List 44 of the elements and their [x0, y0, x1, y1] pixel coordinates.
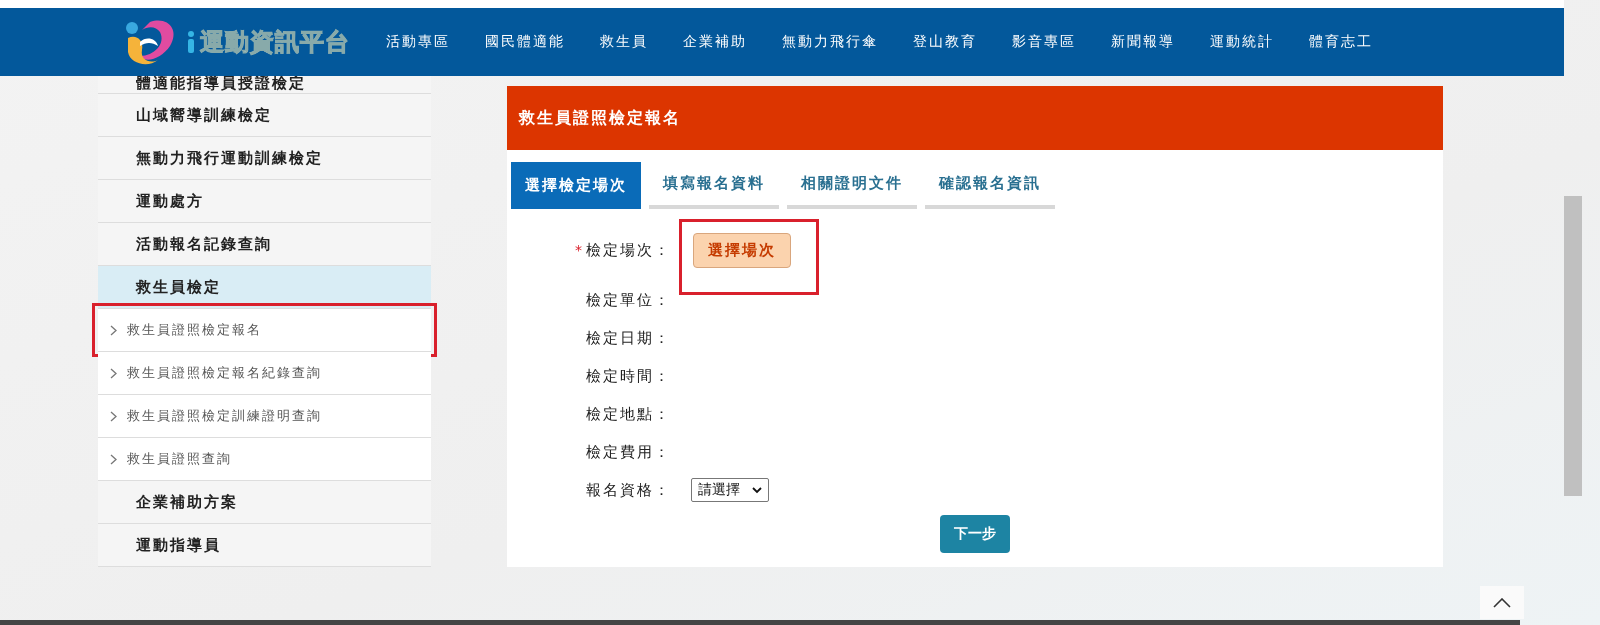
- panel-title: 救生員證照檢定報名: [507, 86, 1443, 150]
- field-label: 報名資格：: [586, 480, 671, 500]
- nav-link[interactable]: 活動專區: [386, 33, 450, 51]
- sidebar-item[interactable]: 救生員證照查詢: [98, 438, 431, 481]
- sidebar-item[interactable]: 運動處方: [98, 180, 431, 223]
- chevron-right-icon: [110, 367, 117, 379]
- sidebar-item[interactable]: 活動報名記錄查詢: [98, 223, 431, 266]
- sidebar-item[interactable]: 救生員證照檢定報名紀錄查詢: [98, 352, 431, 395]
- field-label: 檢定單位：: [586, 290, 671, 310]
- nav-link[interactable]: 運動統計: [1210, 33, 1274, 51]
- chevron-right-icon: [110, 324, 117, 336]
- scrollbar[interactable]: [1564, 196, 1582, 496]
- chevron-down-icon: [752, 486, 762, 494]
- sidebar-item[interactable]: 無動力飛行運動訓練檢定: [98, 137, 431, 180]
- nav-link[interactable]: 新聞報導: [1111, 33, 1175, 51]
- step-tab[interactable]: 選擇檢定場次: [511, 162, 641, 209]
- field-label: 檢定地點：: [586, 404, 671, 424]
- nav-link[interactable]: 國民體適能: [485, 33, 565, 51]
- field-label: 檢定費用：: [586, 442, 671, 462]
- field-label: 檢定場次：: [586, 240, 671, 260]
- chevron-right-icon: [110, 453, 117, 465]
- next-step-button[interactable]: 下一步: [940, 515, 1010, 553]
- qualification-select[interactable]: 請選擇: [691, 478, 769, 502]
- logo-text: 運動資訊平台: [200, 27, 350, 58]
- sidebar-item[interactable]: 企業補助方案: [98, 481, 431, 524]
- nav-link[interactable]: 救生員: [600, 33, 648, 51]
- sidebar-item[interactable]: 救生員證照檢定訓練證明查詢: [98, 395, 431, 438]
- nav-link[interactable]: 企業補助: [683, 33, 747, 51]
- required-mark: *: [575, 242, 582, 258]
- nav-link[interactable]: 無動力飛行傘: [782, 33, 878, 51]
- sidebar-item[interactable]: 山域嚮導訓練檢定: [98, 94, 431, 137]
- back-to-top-button[interactable]: [1480, 586, 1524, 619]
- field-label: 檢定日期：: [586, 328, 671, 348]
- info-i-icon: [186, 30, 196, 54]
- chevron-up-icon: [1493, 597, 1511, 608]
- chevron-right-icon: [110, 410, 117, 422]
- select-session-button[interactable]: 選擇場次: [693, 232, 791, 268]
- sidebar-item[interactable]: 運動指導員: [98, 524, 431, 567]
- sidebar-item[interactable]: 救生員檢定: [98, 266, 431, 309]
- sidebar-item[interactable]: 救生員證照檢定報名: [98, 309, 431, 352]
- nav-link[interactable]: 影音專區: [1012, 33, 1076, 51]
- nav-link[interactable]: 體育志工: [1309, 33, 1373, 51]
- nav-link[interactable]: 登山教育: [913, 33, 977, 51]
- field-label: 檢定時間：: [586, 366, 671, 386]
